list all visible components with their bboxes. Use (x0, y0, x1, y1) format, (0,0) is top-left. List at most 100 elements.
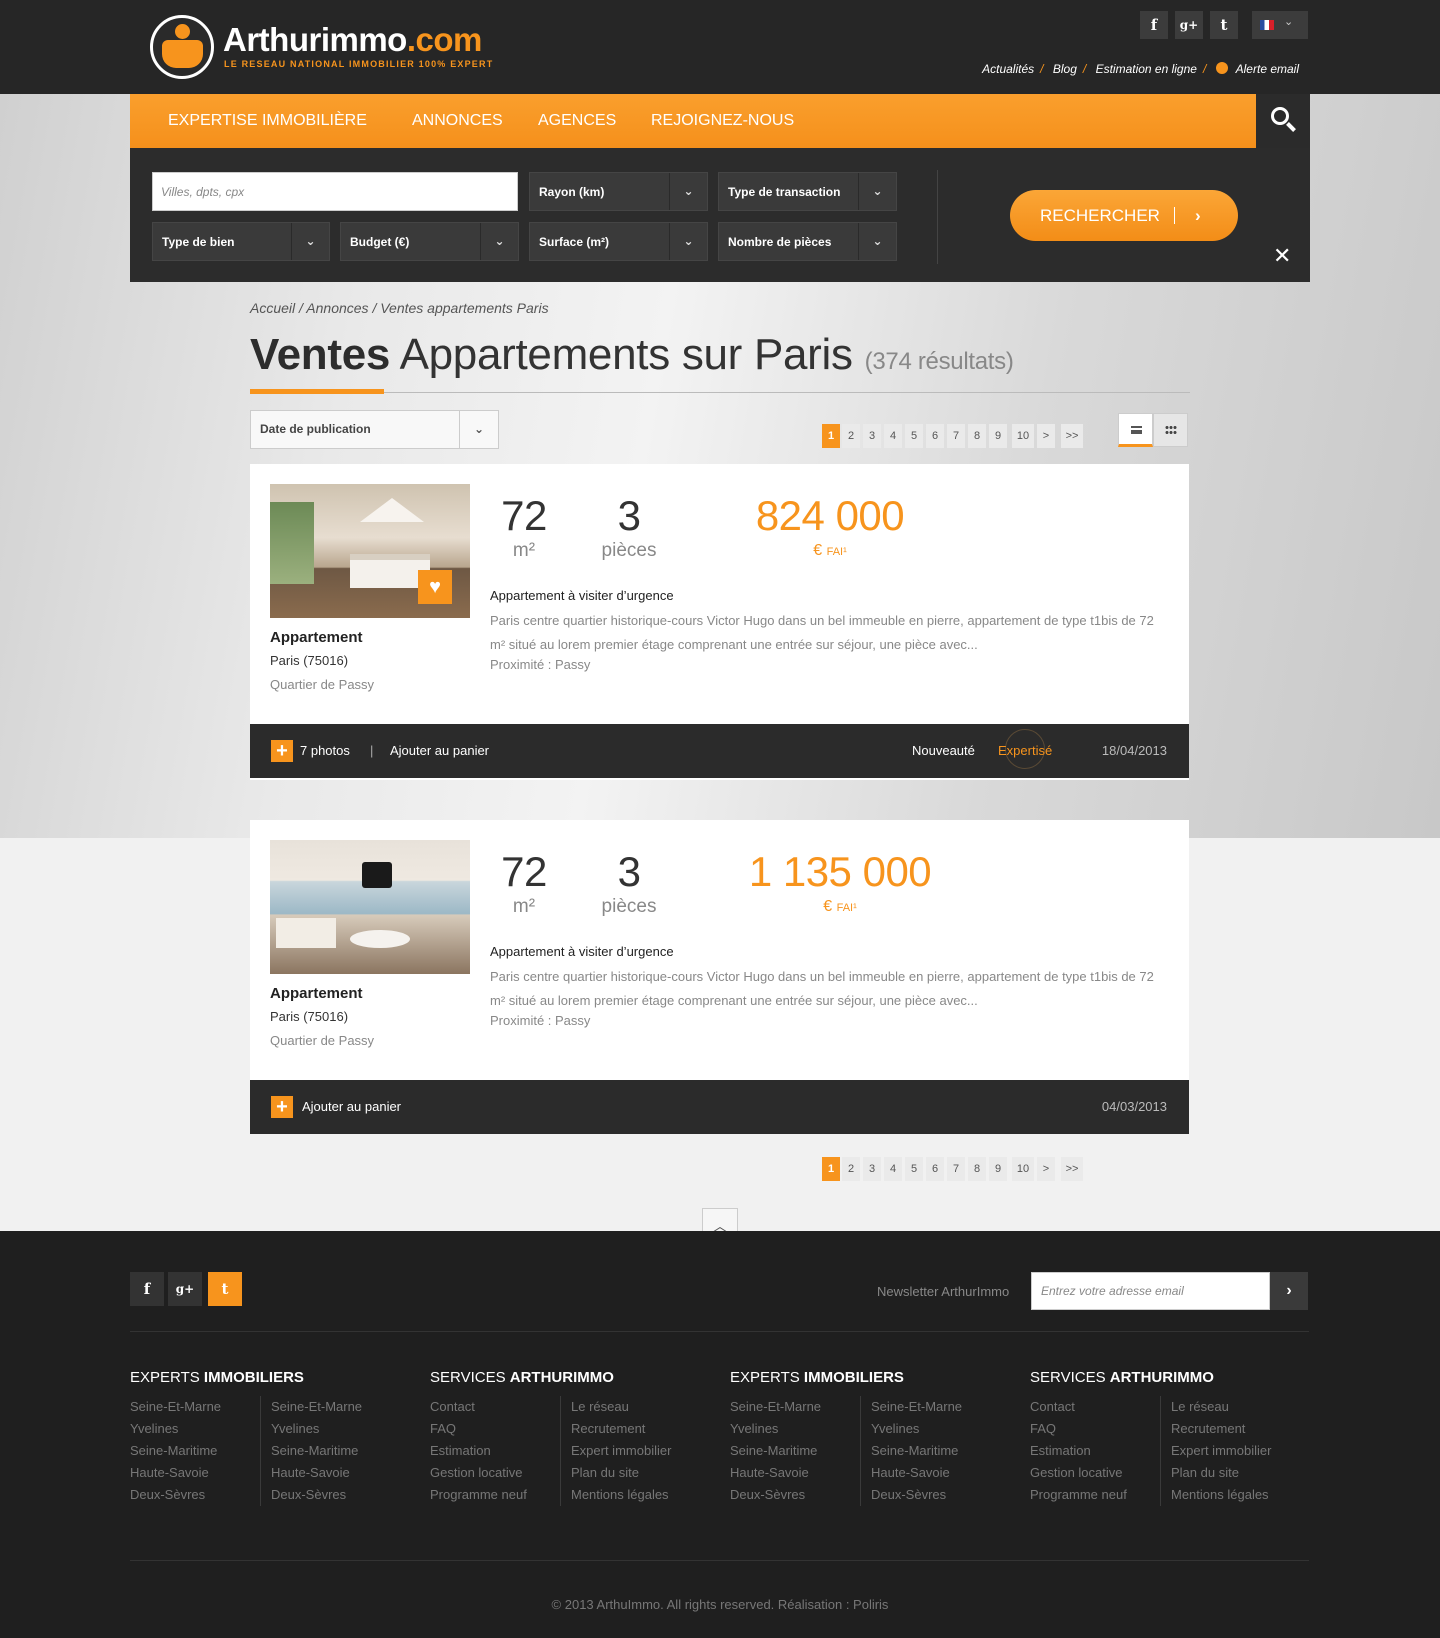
footer-link[interactable]: Yvelines (730, 1418, 864, 1440)
property-type-select[interactable]: Type de bien ⌄ (152, 222, 330, 261)
search-toggle-button[interactable] (1256, 94, 1310, 148)
page-link[interactable]: 2 (842, 424, 860, 448)
footer-link[interactable]: Plan du site (561, 1462, 694, 1484)
page-link[interactable]: >> (1061, 1157, 1083, 1181)
nav-annonces[interactable]: ANNONCES (412, 94, 503, 148)
page-link[interactable]: >> (1061, 424, 1083, 448)
listing-card[interactable]: ♥ Appartement Paris (75016) Quartier de … (250, 464, 1189, 780)
plus-icon[interactable]: + (271, 1096, 293, 1118)
page-link[interactable]: 9 (989, 424, 1007, 448)
page-link[interactable]: 5 (905, 424, 923, 448)
footer-link[interactable]: Haute-Savoie (730, 1462, 864, 1484)
breadcrumb[interactable]: Accueil / Annonces / Ventes appartements… (250, 300, 549, 316)
footer-link[interactable]: Le réseau (1161, 1396, 1294, 1418)
surface-select[interactable]: Surface (m²) ⌄ (529, 222, 708, 261)
footer-link[interactable]: Deux-Sèvres (730, 1484, 864, 1506)
footer-link[interactable]: Yvelines (130, 1418, 264, 1440)
page-link[interactable]: 2 (842, 1157, 860, 1181)
footer-link[interactable]: Deux-Sèvres (261, 1484, 394, 1506)
footer-link[interactable]: Contact (1030, 1396, 1164, 1418)
footer-link[interactable]: Haute-Savoie (130, 1462, 264, 1484)
page-link[interactable]: 7 (947, 1157, 965, 1181)
footer-link[interactable]: Seine-Maritime (130, 1440, 264, 1462)
footer-link[interactable]: Deux-Sèvres (130, 1484, 264, 1506)
footer-link[interactable]: Deux-Sèvres (861, 1484, 994, 1506)
footer-link[interactable]: FAQ (430, 1418, 564, 1440)
footer-link[interactable]: Mentions légales (1161, 1484, 1294, 1506)
add-to-cart-link[interactable]: Ajouter au panier (302, 1099, 401, 1114)
listing-card[interactable]: Appartement Paris (75016) Quartier de Pa… (250, 820, 1189, 1134)
page-link[interactable]: 8 (968, 424, 986, 448)
header-link-blog[interactable]: Blog (1053, 62, 1077, 76)
footer-link[interactable]: Programme neuf (1030, 1484, 1164, 1506)
footer-link[interactable]: Gestion locative (430, 1462, 564, 1484)
language-selector[interactable]: ⌄ (1252, 11, 1308, 39)
twitter-icon[interactable]: t (1210, 11, 1238, 39)
budget-select[interactable]: Budget (€) ⌄ (340, 222, 519, 261)
listing-photo[interactable] (270, 840, 470, 974)
footer-link[interactable]: Le réseau (561, 1396, 694, 1418)
footer-link[interactable]: FAQ (1030, 1418, 1164, 1440)
page-link[interactable]: 3 (863, 424, 881, 448)
nav-agences[interactable]: AGENCES (538, 94, 616, 148)
sort-select[interactable]: Date de publication ⌄ (250, 410, 499, 449)
page-link[interactable]: > (1037, 424, 1055, 448)
page-link[interactable]: 6 (926, 424, 944, 448)
page-link[interactable]: 10 (1012, 424, 1034, 448)
close-icon[interactable]: ✕ (1273, 243, 1291, 269)
page-current[interactable]: 1 (822, 1157, 840, 1181)
facebook-icon[interactable]: f (1140, 11, 1168, 39)
site-logo[interactable]: Arthurimmo.com LE RESEAU NATIONAL IMMOBI… (150, 15, 492, 80)
footer-link[interactable]: Seine-Et-Marne (130, 1396, 264, 1418)
footer-link[interactable]: Seine-Maritime (861, 1440, 994, 1462)
page-link[interactable]: 4 (884, 424, 902, 448)
page-link[interactable]: 9 (989, 1157, 1007, 1181)
twitter-icon[interactable]: t (208, 1272, 242, 1306)
footer-link[interactable]: Recrutement (561, 1418, 694, 1440)
footer-link[interactable]: Seine-Maritime (261, 1440, 394, 1462)
page-link[interactable]: 7 (947, 424, 965, 448)
page-link[interactable]: 5 (905, 1157, 923, 1181)
newsletter-email-input[interactable] (1031, 1272, 1270, 1310)
city-search-input[interactable] (152, 172, 518, 211)
footer-link[interactable]: Haute-Savoie (261, 1462, 394, 1484)
footer-link[interactable]: Expert immobilier (561, 1440, 694, 1462)
transaction-type-select[interactable]: Type de transaction ⌄ (718, 172, 897, 211)
header-link-alerte-email[interactable]: Alerte email (1236, 62, 1299, 76)
page-link[interactable]: 4 (884, 1157, 902, 1181)
footer-link[interactable]: Haute-Savoie (861, 1462, 994, 1484)
page-link[interactable]: 6 (926, 1157, 944, 1181)
listing-photo[interactable]: ♥ (270, 484, 470, 618)
header-link-actualites[interactable]: Actualités (982, 62, 1034, 76)
grid-view-button[interactable] (1153, 413, 1188, 447)
photos-link[interactable]: 7 photos (300, 743, 350, 758)
footer-link[interactable]: Seine-Et-Marne (861, 1396, 994, 1418)
nav-expertise[interactable]: EXPERTISE IMMOBILIÈRE (168, 94, 367, 148)
footer-link[interactable]: Yvelines (261, 1418, 394, 1440)
footer-link[interactable]: Mentions légales (561, 1484, 694, 1506)
newsletter-submit-button[interactable]: › (1270, 1272, 1308, 1310)
page-link[interactable]: 10 (1012, 1157, 1034, 1181)
footer-link[interactable]: Seine-Et-Marne (261, 1396, 394, 1418)
footer-link[interactable]: Yvelines (861, 1418, 994, 1440)
footer-link[interactable]: Seine-Maritime (730, 1440, 864, 1462)
footer-link[interactable]: Expert immobilier (1161, 1440, 1294, 1462)
footer-link[interactable]: Contact (430, 1396, 564, 1418)
footer-link[interactable]: Recrutement (1161, 1418, 1294, 1440)
add-to-cart-link[interactable]: Ajouter au panier (390, 743, 489, 758)
page-link[interactable]: 3 (863, 1157, 881, 1181)
listing-headline[interactable]: Appartement à visiter d’urgence (490, 588, 674, 603)
footer-link[interactable]: Programme neuf (430, 1484, 564, 1506)
page-link[interactable]: 8 (968, 1157, 986, 1181)
rechercher-button[interactable]: RECHERCHER › (1010, 190, 1238, 241)
nav-rejoignez-nous[interactable]: REJOIGNEZ-NOUS (651, 94, 794, 148)
header-link-estimation[interactable]: Estimation en ligne (1096, 62, 1197, 76)
listing-headline[interactable]: Appartement à visiter d’urgence (490, 944, 674, 959)
heart-icon[interactable]: ♥ (418, 570, 452, 604)
footer-link[interactable]: Plan du site (1161, 1462, 1294, 1484)
footer-link[interactable]: Estimation (1030, 1440, 1164, 1462)
plus-icon[interactable]: + (271, 740, 293, 762)
rooms-select[interactable]: Nombre de pièces ⌄ (718, 222, 897, 261)
page-link[interactable]: > (1037, 1157, 1055, 1181)
google-plus-icon[interactable]: g+ (168, 1272, 202, 1306)
